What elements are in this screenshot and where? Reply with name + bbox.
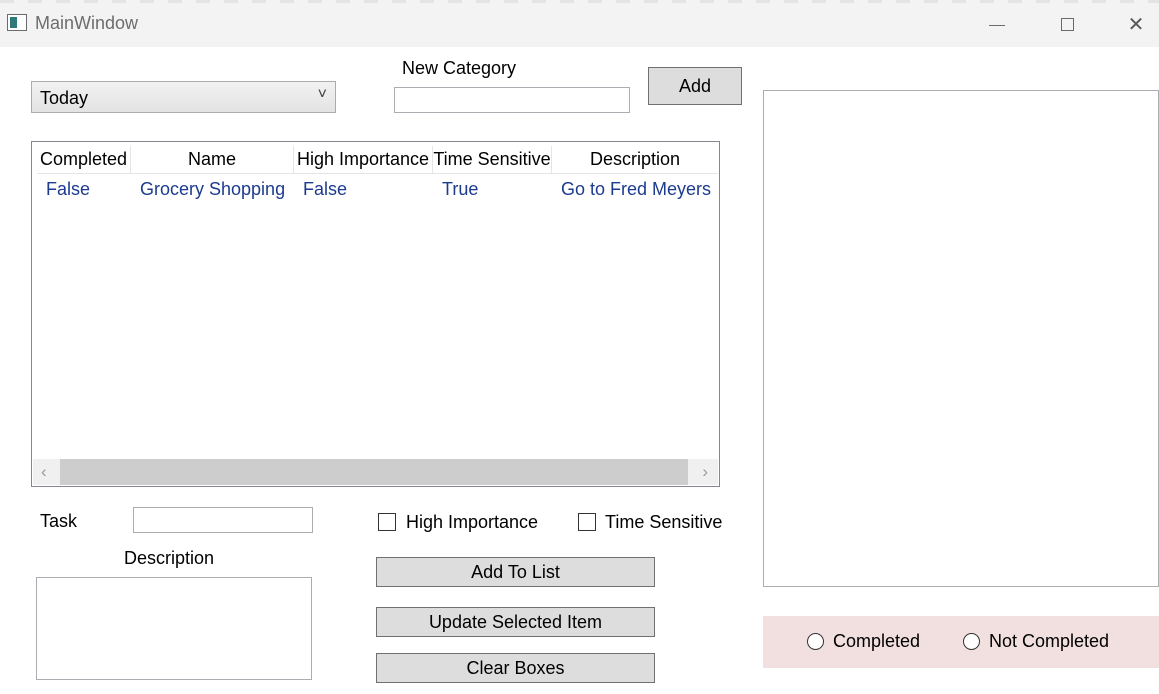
column-header-description[interactable]: Description xyxy=(552,146,718,173)
column-header-name[interactable]: Name xyxy=(131,146,294,173)
cell-completed: False xyxy=(46,179,91,199)
maximize-button[interactable] xyxy=(1044,7,1090,41)
time-sensitive-label[interactable]: Time Sensitive xyxy=(605,512,722,533)
completed-radio[interactable] xyxy=(807,633,824,650)
maximize-icon xyxy=(1060,17,1074,31)
window-title: MainWindow xyxy=(35,13,139,33)
cell-high-importance: False xyxy=(303,179,348,199)
high-importance-label[interactable]: High Importance xyxy=(406,512,538,533)
cell-name: Grocery Shopping xyxy=(140,179,286,199)
title-bar-edge xyxy=(0,0,1159,3)
category-selected-value: Today xyxy=(40,88,89,108)
completion-filter-panel: Completed Not Completed xyxy=(763,616,1159,668)
add-to-list-button[interactable]: Add To List xyxy=(376,557,655,587)
time-sensitive-checkbox[interactable] xyxy=(578,513,596,531)
not-completed-radio[interactable] xyxy=(963,633,980,650)
app-icon xyxy=(7,14,27,31)
task-list-header: Completed Name High Importance Time Sens… xyxy=(37,146,718,174)
scrollbar-thumb[interactable] xyxy=(60,459,688,485)
title-bar: MainWindow ✕ xyxy=(0,0,1159,47)
table-row[interactable]: False Grocery Shopping False True Go to … xyxy=(37,177,718,201)
completed-radio-label[interactable]: Completed xyxy=(833,631,920,652)
details-panel[interactable] xyxy=(763,90,1159,587)
minimize-icon xyxy=(989,24,1005,26)
scroll-left-icon[interactable]: ‹ xyxy=(41,462,47,482)
task-label: Task xyxy=(40,511,78,531)
new-category-label: New Category xyxy=(402,58,517,78)
clear-boxes-button[interactable]: Clear Boxes xyxy=(376,653,655,683)
not-completed-radio-label[interactable]: Not Completed xyxy=(989,631,1109,652)
task-list[interactable]: Completed Name High Importance Time Sens… xyxy=(31,141,720,487)
new-category-input[interactable] xyxy=(394,87,630,113)
column-header-time-sensitive[interactable]: Time Sensitive xyxy=(433,146,552,173)
description-input[interactable] xyxy=(36,577,312,680)
description-label: Description xyxy=(124,548,215,568)
update-selected-item-button[interactable]: Update Selected Item xyxy=(376,607,655,637)
minimize-button[interactable] xyxy=(974,7,1020,41)
close-icon: ✕ xyxy=(1127,13,1145,36)
add-category-button[interactable]: Add xyxy=(648,67,742,105)
category-dropdown[interactable]: Today ˅ xyxy=(31,81,336,113)
column-header-completed[interactable]: Completed xyxy=(37,146,131,173)
cell-time-sensitive: True xyxy=(442,179,479,199)
close-button[interactable]: ✕ xyxy=(1113,7,1159,41)
high-importance-checkbox[interactable] xyxy=(378,513,396,531)
task-input[interactable] xyxy=(133,507,313,533)
chevron-down-icon: ˅ xyxy=(317,86,327,103)
scroll-right-icon[interactable]: › xyxy=(702,462,708,482)
horizontal-scrollbar[interactable]: ‹ › xyxy=(33,459,718,485)
column-header-high-importance[interactable]: High Importance xyxy=(294,146,433,173)
cell-description: Go to Fred Meyers xyxy=(561,179,712,199)
